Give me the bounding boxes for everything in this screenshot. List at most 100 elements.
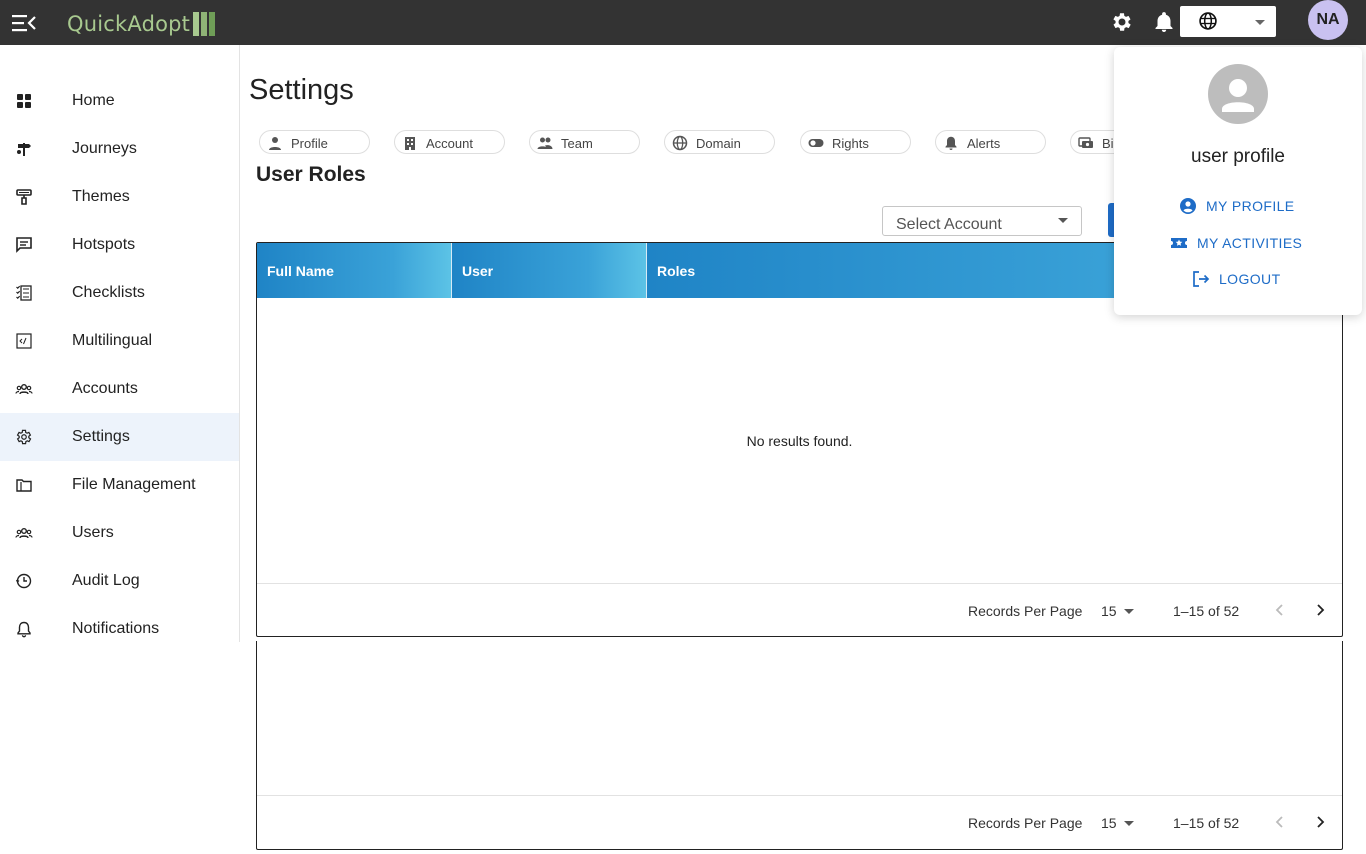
empty-message: No results found. — [746, 433, 853, 449]
pagination: Records Per Page 15 1–15 of 52 — [257, 795, 1342, 849]
checklist-icon — [16, 285, 32, 301]
sidebar-item-themes[interactable]: Themes — [0, 173, 239, 221]
page-range: 1–15 of 52 — [1173, 603, 1240, 619]
tab-account[interactable]: Account — [394, 130, 505, 154]
logo-bars-icon — [193, 12, 216, 36]
tab-profile[interactable]: Profile — [259, 130, 370, 154]
bell-icon — [17, 621, 31, 638]
globe-icon — [672, 135, 688, 151]
sidebar-item-label: Accounts — [72, 380, 138, 397]
sidebar-item-label: Settings — [72, 428, 130, 445]
sidebar-item-label: Journeys — [72, 140, 137, 157]
building-icon — [405, 137, 415, 150]
signpost-icon — [17, 143, 31, 156]
chevron-left-icon[interactable] — [1271, 813, 1289, 831]
my-profile-label: MY PROFILE — [1206, 198, 1295, 214]
chevron-down-icon — [1058, 218, 1068, 223]
logout-icon — [1193, 271, 1210, 287]
tab-domain[interactable]: Domain — [664, 130, 775, 154]
select-account-placeholder: Select Account — [896, 216, 1002, 233]
sidebar-item-file-management[interactable]: File Management — [0, 461, 239, 509]
logout-link[interactable]: LOGOUT — [1192, 268, 1281, 290]
tab-label: Domain — [696, 136, 741, 151]
chevron-down-icon[interactable] — [1124, 821, 1134, 826]
language-select[interactable] — [1180, 6, 1276, 37]
my-activities-link[interactable]: MY ACTIVITIES — [1170, 232, 1302, 254]
globe-icon — [1199, 12, 1217, 30]
app-logo[interactable]: QuickAdopt — [67, 11, 216, 37]
profile-name: user profile — [1191, 146, 1285, 167]
chevron-down-icon — [1255, 20, 1265, 25]
team-icon — [537, 137, 553, 149]
profile-avatar-icon — [1208, 64, 1268, 124]
sidebar-item-label: Notifications — [72, 620, 160, 637]
my-activities-label: MY ACTIVITIES — [1197, 235, 1303, 251]
sidebar-item-label: Users — [72, 524, 114, 541]
account-circle-icon — [1180, 198, 1196, 214]
sidebar-item-home[interactable]: Home — [0, 77, 239, 125]
menu-toggle-icon[interactable] — [12, 13, 36, 33]
sidebar-item-users[interactable]: Users — [0, 509, 239, 557]
tab-label: Rights — [832, 136, 869, 151]
sidebar-item-label: Themes — [72, 188, 130, 205]
tab-alerts[interactable]: Alerts — [935, 130, 1046, 154]
chevron-right-icon[interactable] — [1311, 813, 1329, 831]
billing-icon — [1078, 137, 1093, 148]
sidebar-item-label: Audit Log — [72, 572, 140, 589]
sidebar-item-label: Multilingual — [72, 332, 153, 349]
select-account-dropdown[interactable]: Select Account — [882, 206, 1082, 236]
bell-icon — [945, 136, 957, 150]
sidebar-item-multilingual[interactable]: Multilingual — [0, 317, 239, 365]
records-per-page-label: Records Per Page — [968, 815, 1083, 831]
gear-icon[interactable] — [1110, 10, 1134, 34]
logo-text: QuickAdopt — [67, 12, 191, 36]
tab-label: Account — [426, 136, 473, 151]
pagination: Records Per Page 15 1–15 of 52 — [257, 583, 1342, 636]
sidebar-item-accounts[interactable]: Accounts — [0, 365, 239, 413]
section-title: User Roles — [256, 163, 366, 186]
paint-roller-icon — [16, 189, 32, 205]
tab-label: Bi — [1102, 136, 1114, 151]
column-header-user[interactable]: User — [452, 243, 647, 298]
records-per-page-select[interactable]: 15 — [1101, 603, 1117, 619]
ticket-icon — [1171, 238, 1187, 248]
sidebar-item-notifications[interactable]: Notifications — [0, 605, 239, 653]
records-per-page-label: Records Per Page — [968, 603, 1083, 619]
table-duplicate-footer: Records Per Page 15 1–15 of 52 — [256, 641, 1343, 850]
records-per-page-select[interactable]: 15 — [1101, 815, 1117, 831]
top-bar: QuickAdopt NA — [0, 0, 1366, 45]
sidebar: Home Journeys Themes Hotspots Checklists… — [0, 45, 240, 642]
person-icon — [269, 137, 281, 150]
chevron-right-icon[interactable] — [1311, 601, 1329, 619]
users-icon — [15, 527, 33, 539]
grid-icon — [17, 94, 31, 108]
user-avatar[interactable]: NA — [1308, 0, 1348, 40]
logout-label: LOGOUT — [1219, 271, 1281, 287]
sidebar-item-audit-log[interactable]: Audit Log — [0, 557, 239, 605]
tab-label: Profile — [291, 136, 328, 151]
my-profile-link[interactable]: MY PROFILE — [1179, 195, 1295, 217]
bell-icon[interactable] — [1152, 10, 1176, 34]
page-range: 1–15 of 52 — [1173, 815, 1240, 831]
page-title: Settings — [249, 74, 354, 106]
sidebar-item-hotspots[interactable]: Hotspots — [0, 221, 239, 269]
history-icon — [15, 573, 32, 589]
sidebar-item-label: Checklists — [72, 284, 145, 301]
chevron-left-icon[interactable] — [1271, 601, 1289, 619]
code-icon — [16, 333, 32, 349]
tab-label: Team — [561, 136, 593, 151]
tab-team[interactable]: Team — [529, 130, 640, 154]
toggle-icon — [808, 139, 824, 147]
sidebar-item-journeys[interactable]: Journeys — [0, 125, 239, 173]
gear-icon — [16, 429, 32, 445]
chevron-down-icon[interactable] — [1124, 609, 1134, 614]
sidebar-item-label: File Management — [72, 476, 196, 493]
sidebar-item-checklists[interactable]: Checklists — [0, 269, 239, 317]
comment-icon — [16, 237, 32, 253]
sidebar-item-settings[interactable]: Settings — [0, 413, 239, 461]
sidebar-item-label: Hotspots — [72, 236, 136, 253]
group-icon — [15, 383, 33, 395]
tab-label: Alerts — [967, 136, 1001, 151]
column-header-full-name[interactable]: Full Name — [257, 243, 452, 298]
tab-rights[interactable]: Rights — [800, 130, 911, 154]
